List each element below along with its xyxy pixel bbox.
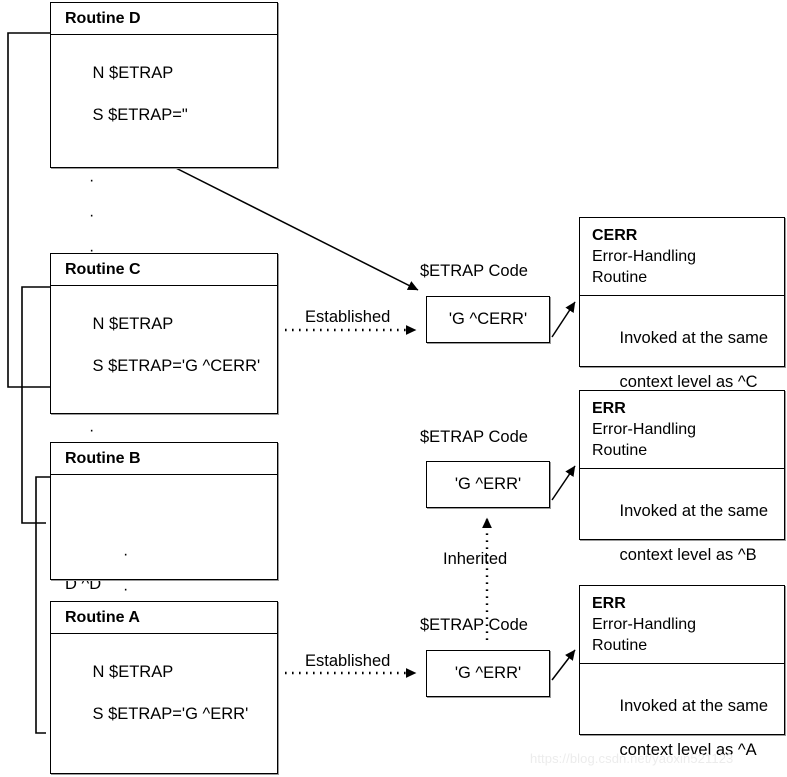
handler-box-err-b: ERR Error-Handling Routine Invoked at th…	[579, 390, 785, 564]
routine-d-line-1: N $ETRAP	[92, 64, 174, 82]
handler-cerr-subtitle-1: Error-Handling	[592, 248, 697, 265]
routine-d-line-2: S $ETRAP="	[92, 106, 188, 124]
handler-err-b-note-1: Invoked at the same	[619, 502, 769, 520]
routine-a-title: Routine A	[51, 602, 277, 634]
routine-d-title: Routine D	[51, 3, 277, 35]
etrap-code-box-cerr: 'G ^CERR'	[426, 296, 550, 343]
edge-label-established-c: Established	[305, 308, 391, 326]
handler-err-b-subtitle-1: Error-Handling	[592, 421, 697, 438]
handler-err-a-subtitle-2: Routine	[592, 637, 648, 654]
handler-err-b-note-2: context level as ^B	[619, 546, 757, 564]
invoke-edge-cerr	[551, 301, 576, 338]
handler-cerr-note-1: Invoked at the same	[619, 329, 769, 347]
etrap-code-label-err-a: $ETRAP Code	[420, 616, 528, 634]
edge-label-established-a: Established	[305, 652, 391, 670]
routine-d-dot-2: ·	[89, 207, 95, 224]
etrap-code-label-cerr: $ETRAP Code	[420, 262, 528, 280]
handler-err-a-subtitle-1: Error-Handling	[592, 616, 697, 633]
routine-b-title: Routine B	[51, 443, 277, 475]
handler-cerr-name: CERR	[592, 227, 638, 244]
routine-a-ellipsis: · · ·	[65, 751, 277, 777]
watermark: https://blog.csdn.net/yaoxin521123	[530, 751, 734, 766]
routine-d-dot-1: ·	[89, 172, 95, 189]
handler-err-a-header: ERR Error-Handling Routine	[580, 586, 784, 664]
handler-err-a-name: ERR	[592, 595, 626, 612]
handler-box-cerr: CERR Error-Handling Routine Invoked at t…	[579, 217, 785, 391]
handler-err-a-note-1: Invoked at the same	[619, 697, 769, 715]
edge-label-inherited: Inherited	[443, 550, 508, 568]
handler-err-b-note: Invoked at the same context level as ^B	[580, 469, 784, 588]
routine-a-code: N $ETRAP S $ETRAP='G ^ERR' · · · D ^B	[51, 634, 277, 777]
handler-err-b-subtitle-2: Routine	[592, 442, 648, 459]
routine-c-line-1: N $ETRAP	[92, 315, 174, 333]
handler-err-b-name: ERR	[592, 400, 626, 417]
etrap-code-label-err-b: $ETRAP Code	[420, 428, 528, 446]
routine-box-c: Routine C N $ETRAP S $ETRAP='G ^CERR' · …	[50, 253, 278, 593]
routine-box-d: Routine D N $ETRAP S $ETRAP=" · · · Erro…	[50, 2, 278, 344]
handler-err-b-header: ERR Error-Handling Routine	[580, 391, 784, 469]
etrap-code-box-err-a: 'G ^ERR'	[426, 650, 550, 697]
routine-c-title: Routine C	[51, 254, 277, 286]
routine-c-dot-1: ·	[89, 422, 95, 439]
routine-b-dot-1: ·	[123, 546, 129, 563]
handler-box-err-a: ERR Error-Handling Routine Invoked at th…	[579, 585, 785, 759]
diagram-canvas: Routine D N $ETRAP S $ETRAP=" · · · Erro…	[0, 0, 787, 777]
routine-c-line-2: S $ETRAP='G ^CERR'	[92, 357, 261, 375]
etrap-code-box-err-b: 'G ^ERR'	[426, 461, 550, 508]
handler-cerr-note-2: context level as ^C	[619, 373, 758, 391]
handler-cerr-header: CERR Error-Handling Routine	[580, 218, 784, 296]
routine-b-dot-2: ·	[123, 581, 129, 598]
routine-a-line-2: S $ETRAP='G ^ERR'	[92, 705, 249, 723]
handler-cerr-subtitle-2: Routine	[592, 269, 648, 286]
invoke-edge-err-b	[551, 465, 576, 501]
routine-box-b: Routine B · · · D ^C · · ·	[50, 442, 278, 717]
invoke-edge-err-a	[551, 649, 576, 681]
routine-a-line-1: N $ETRAP	[92, 663, 174, 681]
routine-box-a: Routine A N $ETRAP S $ETRAP='G ^ERR' · ·…	[50, 601, 278, 777]
